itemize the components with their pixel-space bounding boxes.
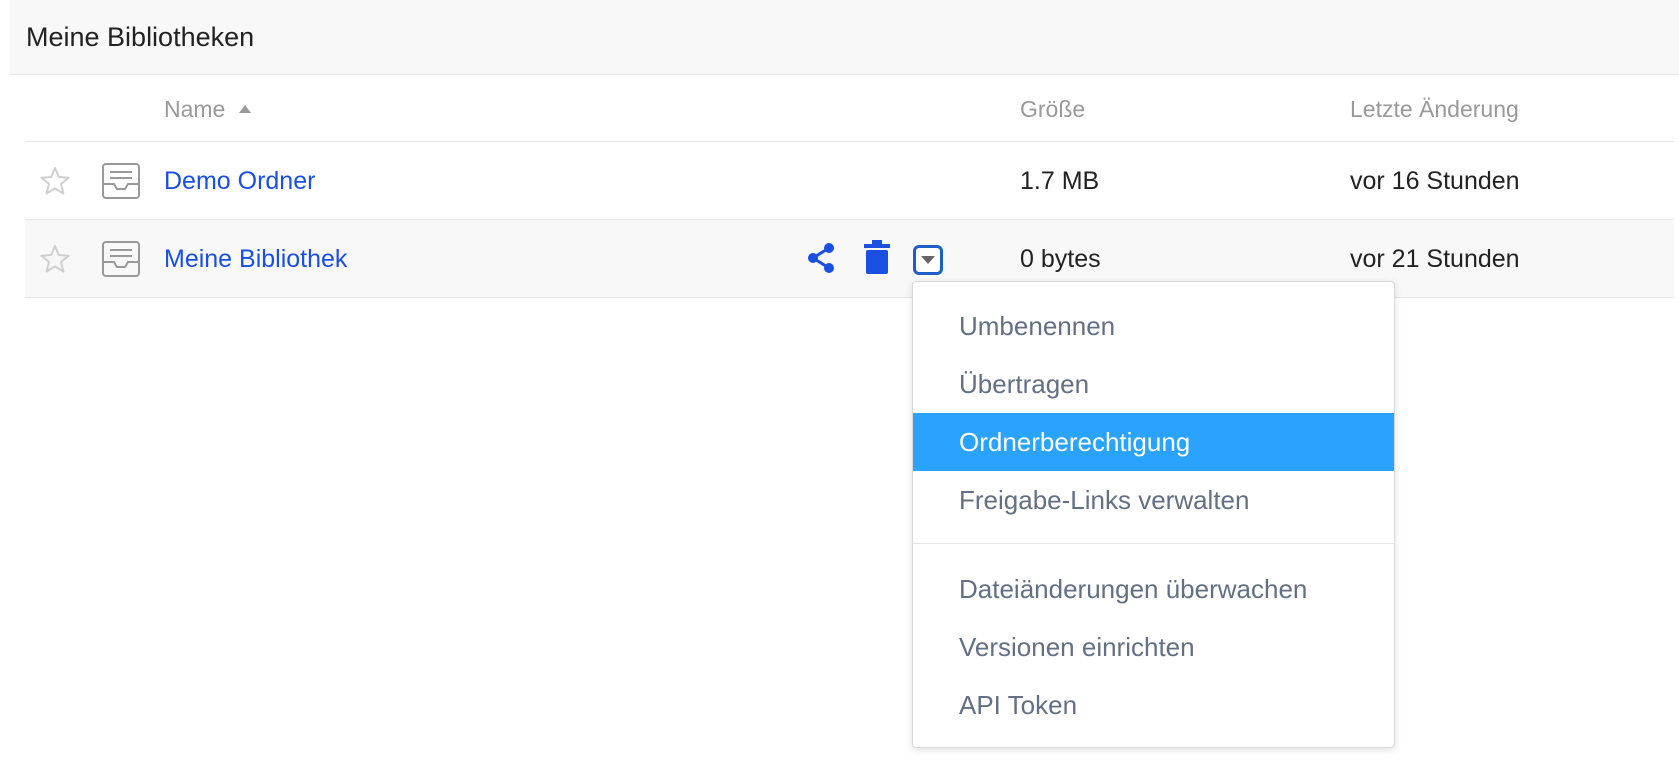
menu-item-api-token[interactable]: API Token: [913, 676, 1394, 734]
column-header-name-label: Name: [164, 96, 226, 122]
library-icon: [102, 241, 140, 277]
library-name-link[interactable]: Demo Ordner: [164, 167, 315, 196]
caret-down-icon: [921, 256, 935, 264]
star-icon[interactable]: [40, 166, 70, 196]
menu-item-folder-permission[interactable]: Ordnerberechtigung: [913, 413, 1394, 471]
sort-up-icon: [238, 104, 251, 113]
column-header-size[interactable]: Größe: [1020, 96, 1085, 123]
library-icon: [102, 163, 140, 199]
menu-item-rename[interactable]: Umbenennen: [913, 297, 1394, 355]
column-header-mtime[interactable]: Letzte Änderung: [1350, 96, 1519, 123]
column-header-name[interactable]: Name: [164, 96, 252, 123]
menu-item-share-links[interactable]: Freigabe-Links verwalten: [913, 471, 1394, 529]
library-name-link[interactable]: Meine Bibliothek: [164, 245, 347, 274]
library-size: 0 bytes: [1020, 245, 1101, 273]
page-header: Meine Bibliotheken: [10, 0, 1679, 75]
menu-item-history-settings[interactable]: Versionen einrichten: [913, 618, 1394, 676]
table-header: Name Größe Letzte Änderung: [25, 75, 1674, 142]
menu-item-transfer[interactable]: Übertragen: [913, 355, 1394, 413]
library-options-menu: Umbenennen Übertragen Ordnerberechtigung…: [912, 281, 1395, 748]
library-size: 1.7 MB: [1020, 167, 1100, 195]
table-row[interactable]: Demo Ordner 1.7 MB vor 16 Stunden: [25, 142, 1674, 220]
page-title: Meine Bibliotheken: [26, 22, 255, 52]
share-icon[interactable]: [806, 242, 836, 274]
library-mtime: vor 21 Stunden: [1350, 245, 1520, 273]
star-icon[interactable]: [40, 244, 70, 274]
table-row[interactable]: Meine Bibliothek 0 bytes vor 21 Stunden: [25, 220, 1674, 298]
menu-item-watch-changes[interactable]: Dateiänderungen überwachen: [913, 560, 1394, 618]
library-table: Name Größe Letzte Änderung Demo Ordner 1…: [25, 75, 1674, 298]
trash-icon[interactable]: [863, 240, 891, 274]
menu-divider: [913, 543, 1394, 544]
library-mtime: vor 16 Stunden: [1350, 167, 1520, 195]
more-options-button[interactable]: [913, 245, 943, 275]
